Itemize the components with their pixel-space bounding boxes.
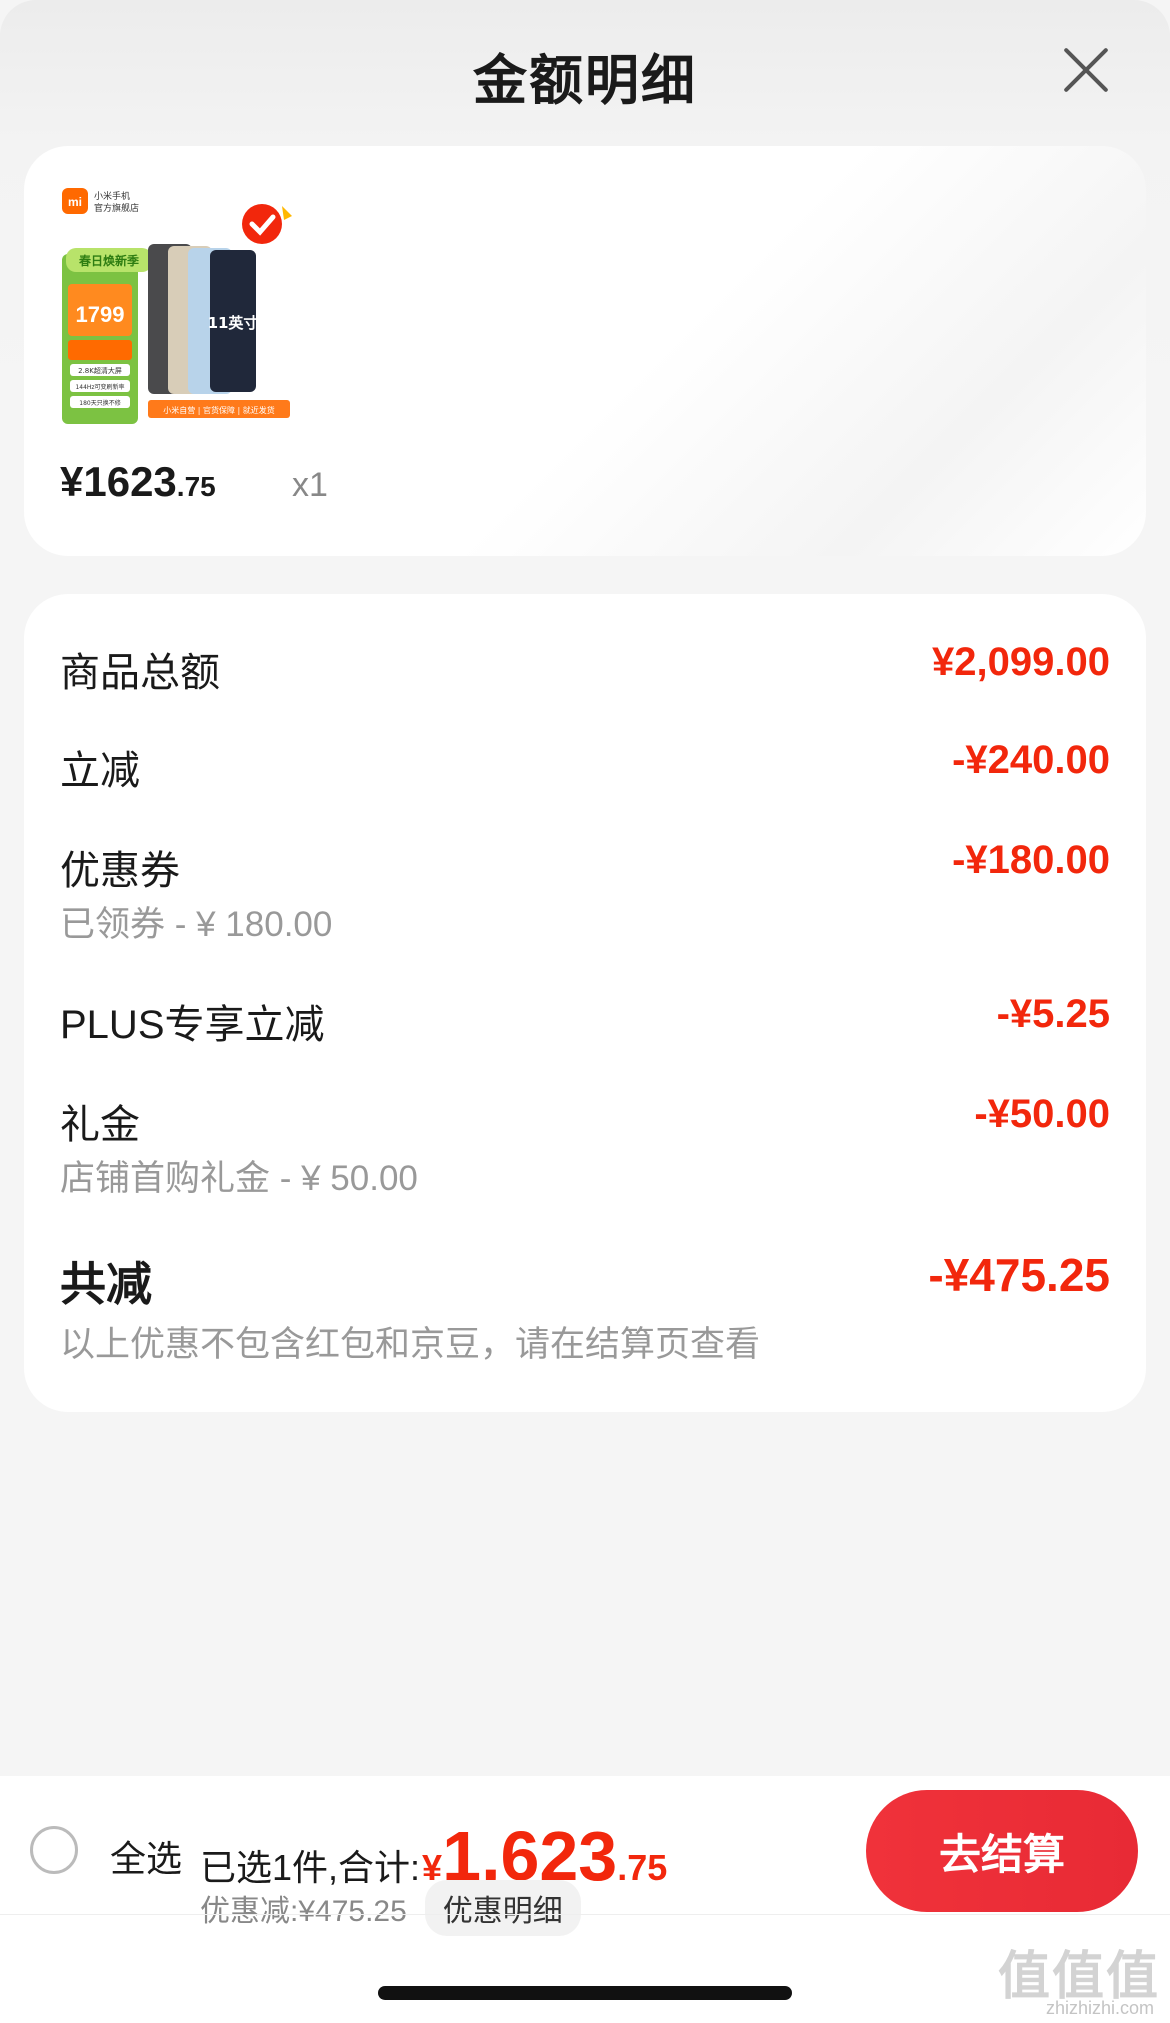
total-dec: .75 xyxy=(617,1847,668,1888)
close-icon[interactable] xyxy=(1054,38,1118,102)
total-discount-note: 以上优惠不包含红包和京豆，请在结算页查看 xyxy=(60,1325,761,1364)
detail-label: 礼金 xyxy=(60,1103,140,1147)
detail-amount: -¥240.00 xyxy=(952,738,1110,782)
size-label: 11英寸 xyxy=(208,314,259,332)
product-price-dec: .75 xyxy=(176,471,216,502)
detail-amount: -¥5.25 xyxy=(996,992,1110,1036)
detail-label: 立减 xyxy=(60,749,140,793)
amount-detail-card: 商品总额 ¥2,099.00 立减 -¥240.00 优惠券 -¥180.00 … xyxy=(24,594,1146,1412)
discount-summary: 优惠减:¥475.25 优惠明细 xyxy=(200,1880,581,1936)
product-price-int: 1623 xyxy=(83,458,177,505)
watermark-site: zhizhizhi.com xyxy=(1045,1998,1154,2018)
amount-detail-sheet: 金额明细 mi 小米手机 官方旗舰店 春日焕新季 1799 2.8K超清大屏 1… xyxy=(0,0,1170,1776)
divider xyxy=(0,1914,1170,1915)
product-thumbnail[interactable]: mi 小米手机 官方旗舰店 春日焕新季 1799 2.8K超清大屏 144Hz可… xyxy=(62,188,330,578)
feature-2: 144Hz可变刷新率 xyxy=(75,383,124,391)
svg-text:mi: mi xyxy=(68,195,82,209)
brand-text: 小米手机 xyxy=(94,190,130,202)
page-title: 金额明细 xyxy=(473,51,697,111)
discount-text: 优惠减:¥475.25 xyxy=(200,1895,407,1928)
product-price-yen: ¥ xyxy=(60,458,84,505)
product-price: ¥ 1623 .75 xyxy=(60,458,216,518)
total-discount-amount: -¥475.25 xyxy=(928,1249,1110,1301)
promo-label: 春日焕新季 xyxy=(78,253,140,268)
product-card: mi 小米手机 官方旗舰店 春日焕新季 1799 2.8K超清大屏 144Hz可… xyxy=(24,146,1146,556)
home-indicator[interactable] xyxy=(378,1986,792,2000)
checkout-button[interactable]: 去结算 xyxy=(866,1790,1138,1912)
product-quantity: x1 xyxy=(292,466,328,504)
detail-label: 优惠券 xyxy=(60,849,180,893)
detail-label: PLUS专享立减 xyxy=(60,1003,325,1047)
check-badge-icon xyxy=(242,204,282,244)
store-text: 官方旗舰店 xyxy=(94,202,139,214)
select-all-radio[interactable] xyxy=(30,1826,78,1874)
detail-sub: 已领券 - ¥ 180.00 xyxy=(60,905,333,944)
promo-detail-button[interactable]: 优惠明细 xyxy=(424,1880,581,1936)
feature-3: 180天只换不修 xyxy=(79,399,120,407)
detail-label: 商品总额 xyxy=(60,651,220,695)
detail-sub: 店铺首购礼金 - ¥ 50.00 xyxy=(60,1159,418,1198)
total-discount-label: 共减 xyxy=(60,1258,152,1310)
detail-amount: ¥2,099.00 xyxy=(932,640,1110,684)
detail-amount: -¥50.00 xyxy=(974,1092,1110,1136)
detail-amount: -¥180.00 xyxy=(952,838,1110,882)
select-all-label[interactable]: 全选 xyxy=(110,1830,182,1882)
footer-strip: 小米自营 | 官货保障 | 就近发货 xyxy=(163,405,275,415)
feature-1: 2.8K超清大屏 xyxy=(78,366,122,375)
promo-price: 1799 xyxy=(76,302,125,327)
